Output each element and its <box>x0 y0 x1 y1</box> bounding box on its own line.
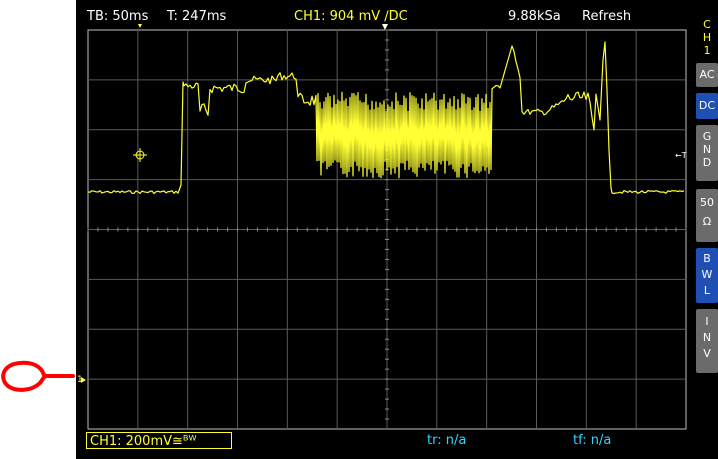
channel-1-header: C H 1 <box>702 18 712 57</box>
dc-coupling-button[interactable]: DC <box>696 93 718 119</box>
rise-time-readout: tr: n/a <box>427 433 467 448</box>
channel-1-ground-arrow <box>81 377 86 383</box>
channel-1-scale-label[interactable]: CH1: 200mV≅ᴮᵂ <box>86 432 232 449</box>
bandwidth-limit-button[interactable]: B W L <box>696 248 718 303</box>
invert-button[interactable]: I N V <box>696 309 718 373</box>
ac-coupling-button[interactable]: AC <box>696 63 718 87</box>
channel-side-panel: C H 1 AC DC G N D 50 Ω B W L I N V <box>696 14 718 459</box>
waveform-display: ←T 1 <box>77 24 687 430</box>
fifty-ohm-button[interactable]: 50 Ω <box>696 189 718 242</box>
channel-1-waveform-trace <box>87 41 685 195</box>
trigger-crosshair-marker <box>133 148 147 162</box>
bottom-bar: CH1: 200mV≅ᴮᵂ tr: n/a tf: n/a <box>76 430 686 450</box>
gnd-coupling-button[interactable]: G N D <box>696 125 718 181</box>
red-circle-annotation <box>1 360 75 392</box>
fall-time-readout: tf: n/a <box>573 433 612 448</box>
time-reference-marker <box>382 24 388 30</box>
trigger-position-marker[interactable] <box>138 24 142 28</box>
oscilloscope-screen: TB: 50ms T: 247ms CH1: 904 mV ∕DC 9.88kS… <box>76 0 718 459</box>
trigger-level-marker[interactable]: ←T <box>675 151 687 160</box>
